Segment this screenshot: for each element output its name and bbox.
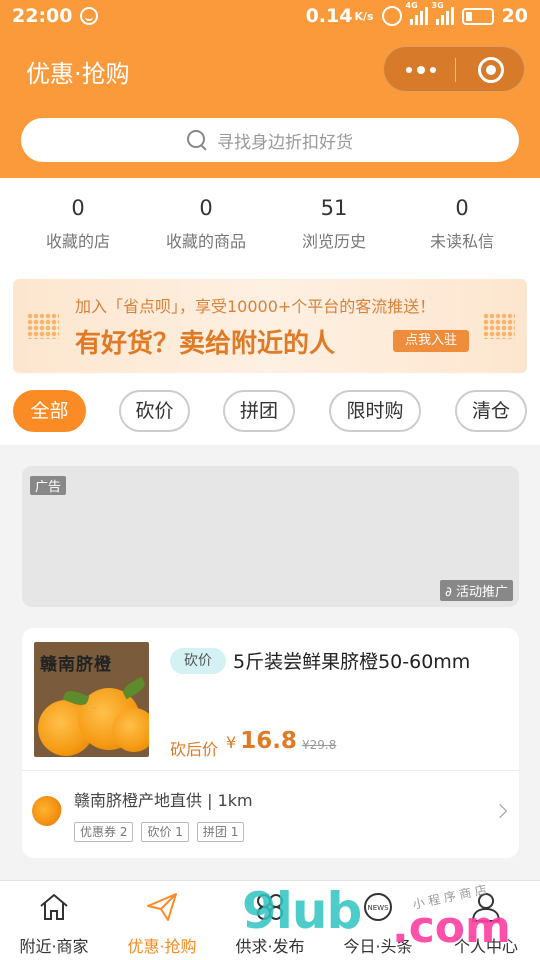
leaf-graphic [120, 676, 148, 700]
status-bar: 22:00 0.14 K/s 4G 3G 20 [0, 0, 540, 34]
close-miniprogram-icon[interactable] [478, 57, 504, 83]
filter-group-buy[interactable]: 拼团 [223, 390, 295, 432]
product-image[interactable]: 赣南脐橙 [34, 642, 149, 757]
more-options-button[interactable] [402, 61, 440, 79]
watermark-logo: 9lub [242, 882, 362, 940]
stat-label: 收藏的商品 [165, 232, 246, 251]
status-time: 22:00 [12, 5, 73, 27]
filter-all[interactable]: 全部 [13, 390, 86, 432]
signal-icon-2: 3G [432, 1, 454, 25]
stat-value: 0 [455, 196, 469, 220]
miniprogram-capsule [383, 46, 525, 92]
tab-label: 附近·商家 [19, 937, 89, 956]
search-placeholder: 寻找身边折扣好货 [217, 132, 353, 153]
ad-promo-label[interactable]: ∂ 活动推广 [440, 580, 513, 601]
promo-headline: 有好货？卖给附近的人 [75, 329, 336, 359]
shop-tag-group: 拼团 1 [196, 822, 245, 842]
tab-label: 优惠·抢购 [127, 937, 197, 956]
svg-text:NEWS: NEWS [367, 904, 389, 912]
ad-tag: 广告 [30, 476, 67, 495]
shop-tag-bargain: 砍价 1 [141, 822, 189, 842]
search-icon [187, 130, 207, 150]
link-icon: ∂ [445, 585, 456, 600]
filter-flash-sale[interactable]: 限时购 [329, 390, 421, 432]
tab-deals[interactable]: 优惠·抢购 [108, 881, 216, 960]
price-value: 16.8 [240, 728, 297, 754]
ad-promo-text: 活动推广 [455, 585, 508, 600]
home-icon [40, 893, 68, 920]
network-speed: 0.14 [305, 5, 353, 27]
product-name[interactable]: 5斤装尝鲜果脐橙50-60mm [233, 647, 470, 674]
product-card[interactable]: 赣南脐橙 砍价 5斤装尝鲜果脐橙50-60mm 砍后价 ¥16.8 ¥29.8 … [22, 628, 519, 858]
promo-banner[interactable]: 加入「省点呗」，享受10000+个平台的客流推送！ 有好货？卖给附近的人 点我入… [13, 279, 527, 373]
network-speed-unit: K/s [354, 9, 374, 23]
shop-name[interactable]: 赣南脐橙产地直供 | 1km [74, 787, 253, 811]
orange-graphic [112, 708, 149, 752]
search-input[interactable]: 寻找身边折扣好货 [21, 118, 519, 162]
dots-decoration-right [483, 313, 515, 339]
signal-icon-1: 4G [406, 1, 428, 25]
stat-favorite-shops[interactable]: 0 收藏的店 [14, 196, 142, 256]
notification-icon [80, 7, 99, 25]
shop-tags: 优惠券 2 砍价 1 拼团 1 [74, 822, 245, 842]
capsule-divider [455, 58, 456, 82]
page-title: 优惠·抢购 [26, 60, 130, 88]
original-price: ¥29.8 [302, 738, 337, 752]
news-icon: NEWS [364, 893, 392, 921]
stats-row: 0 收藏的店 0 收藏的商品 51 浏览历史 0 未读私信 [0, 196, 540, 256]
stat-value: 51 [320, 196, 348, 220]
tab-nearby-merchants[interactable]: 附近·商家 [0, 881, 108, 960]
stat-label: 浏览历史 [301, 232, 366, 251]
chevron-right-icon[interactable] [492, 803, 508, 819]
stat-favorite-products[interactable]: 0 收藏的商品 [142, 196, 270, 256]
current-price: ¥16.8 [226, 728, 297, 754]
battery-level: 20 [501, 5, 528, 27]
ad-banner[interactable]: 广告 ∂ 活动推广 [22, 466, 519, 607]
filter-bargain[interactable]: 砍价 [119, 390, 190, 432]
bargain-tag: 砍价 [170, 648, 226, 674]
alarm-icon [381, 6, 402, 26]
product-image-title: 赣南脐橙 [40, 655, 112, 675]
stat-value: 0 [71, 196, 85, 220]
stat-value: 0 [199, 196, 213, 220]
stat-browse-history[interactable]: 51 浏览历史 [270, 196, 398, 256]
paper-plane-icon [147, 893, 177, 921]
filter-clearance[interactable]: 清仓 [455, 390, 527, 432]
dots-decoration-left [27, 313, 59, 339]
filter-chips: 全部 砍价 拼团 限时购 清仓 [0, 390, 540, 434]
stat-label: 收藏的店 [45, 232, 110, 251]
stat-label: 未读私信 [429, 232, 494, 251]
shop-logo [32, 796, 62, 826]
currency-symbol: ¥ [226, 733, 237, 752]
watermark-domain: .com [392, 902, 511, 953]
shop-tag-coupon: 优惠券 2 [74, 822, 134, 842]
promo-subtitle: 加入「省点呗」，享受10000+个平台的客流推送！ [75, 297, 436, 316]
price-label: 砍后价 [170, 740, 219, 759]
join-button[interactable]: 点我入驻 [393, 330, 470, 352]
card-divider [22, 770, 519, 771]
stat-unread-messages[interactable]: 0 未读私信 [398, 196, 526, 256]
battery-icon [461, 7, 494, 25]
